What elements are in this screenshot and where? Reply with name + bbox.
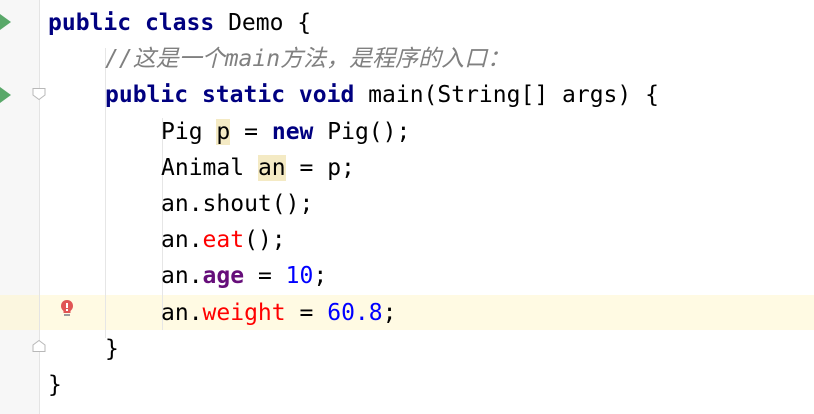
keyword: static <box>201 82 286 108</box>
semicolon: ; <box>382 300 397 326</box>
constructor-call: Pig(); <box>327 119 411 145</box>
call-suffix: (); <box>244 227 286 253</box>
receiver: an. <box>161 263 203 289</box>
closing-brace: } <box>48 372 62 398</box>
code-line-3[interactable]: public static void main(String[] args) { <box>105 77 659 113</box>
code-line-6[interactable]: an.shout(); <box>161 186 313 222</box>
operator: = <box>299 300 314 326</box>
code-line-7[interactable]: an.eat(); <box>161 222 286 258</box>
code-line-5[interactable]: Animal an = p; <box>161 150 355 186</box>
code-line-9[interactable]: an.weight = 60.8; <box>161 295 396 331</box>
code-line-1[interactable]: public class Demo { <box>48 5 311 41</box>
number-literal: 10 <box>285 263 314 289</box>
variable-p[interactable]: p <box>216 119 231 145</box>
assignment: = p; <box>299 155 355 181</box>
unresolved-field[interactable]: weight <box>203 300 286 326</box>
operator: = <box>244 119 258 145</box>
number-literal: 60.8 <box>327 300 383 326</box>
run-class-icon[interactable] <box>0 14 11 30</box>
unresolved-method[interactable]: eat <box>203 227 245 253</box>
code-line-10[interactable]: } <box>105 331 119 367</box>
class-declaration: Demo { <box>228 10 312 36</box>
code-line-2[interactable]: //这是一个main方法，是程序的入口： <box>105 41 510 77</box>
type-name: Animal <box>161 155 245 181</box>
receiver: an. <box>161 300 203 326</box>
method-call: an.shout(); <box>161 191 314 217</box>
error-bulb-icon[interactable] <box>59 299 75 319</box>
keyword: public <box>48 10 132 36</box>
semicolon: ; <box>313 263 328 289</box>
gutter-current-line <box>0 295 39 330</box>
variable-an[interactable]: an <box>257 155 286 181</box>
code-line-4[interactable]: Pig p = new Pig(); <box>161 114 410 150</box>
keyword: class <box>144 10 215 36</box>
type-name: Pig <box>161 119 203 145</box>
fold-marker-icon[interactable] <box>32 88 46 100</box>
closing-brace: } <box>105 336 119 362</box>
code-comment: //这是一个main方法，是程序的入口： <box>105 46 511 72</box>
field-access: age <box>202 263 245 289</box>
keyword: public <box>105 82 189 108</box>
keyword: void <box>298 82 355 108</box>
code-line-11[interactable]: } <box>48 367 62 403</box>
keyword: new <box>271 119 314 145</box>
code-line-8[interactable]: an.age = 10; <box>161 258 327 294</box>
receiver: an. <box>161 227 203 253</box>
code-editor[interactable]: public class Demo { //这是一个main方法，是程序的入口：… <box>0 0 814 414</box>
operator: = <box>257 263 272 289</box>
run-main-icon[interactable] <box>0 87 11 103</box>
current-line-highlight <box>0 295 814 330</box>
fold-end-marker-icon[interactable] <box>32 340 46 352</box>
method-signature: main(String[] args) { <box>368 82 659 108</box>
